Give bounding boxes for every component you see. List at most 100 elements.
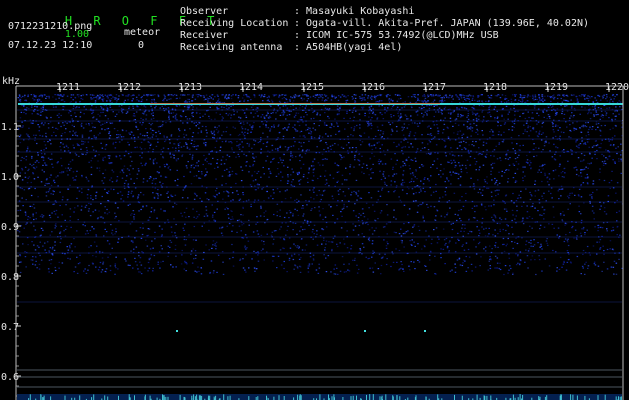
noise-dot — [336, 171, 339, 173]
noise-dot — [169, 142, 171, 144]
noise-dot — [39, 134, 41, 137]
noise-dot — [112, 96, 114, 98]
noise-dot — [55, 135, 57, 137]
noise-dot — [244, 128, 247, 130]
noise-dot — [331, 144, 334, 146]
noise-dot — [153, 254, 156, 257]
noise-dot — [286, 189, 288, 191]
noise-dot — [550, 100, 552, 102]
noise-dot — [132, 119, 135, 121]
noise-dot — [107, 155, 110, 157]
noise-dot — [214, 195, 216, 198]
noise-dot — [196, 216, 199, 218]
noise-dot — [48, 250, 50, 252]
noise-dot — [594, 153, 596, 155]
noise-dot — [447, 112, 450, 114]
noise-dot — [101, 128, 103, 130]
noise-dot — [90, 245, 92, 247]
noise-dot — [587, 167, 589, 169]
noise-dot — [296, 233, 298, 235]
noise-dot — [231, 142, 233, 144]
noise-dot — [489, 265, 491, 267]
noise-dot — [609, 96, 611, 98]
noise-dot — [530, 245, 532, 247]
noise-dot — [301, 150, 304, 152]
noise-dot — [212, 272, 215, 274]
noise-dot — [74, 152, 77, 154]
noise-dot — [396, 159, 398, 161]
noise-dot — [401, 147, 403, 149]
noise-dot — [405, 231, 408, 233]
noise-dot — [133, 248, 135, 250]
noise-dot — [543, 99, 546, 101]
noise-dot — [472, 140, 474, 143]
noise-dot — [435, 227, 438, 229]
noise-dot — [189, 105, 191, 107]
noise-dot — [576, 98, 579, 100]
noise-dot — [440, 176, 442, 178]
noise-dot — [490, 155, 492, 157]
noise-dot — [377, 94, 380, 96]
noise-dot — [151, 136, 154, 138]
noise-dot — [300, 167, 302, 169]
noise-dot — [25, 213, 27, 215]
noise-dot — [31, 241, 33, 243]
noise-dot — [198, 94, 200, 96]
noise-dot — [325, 271, 328, 273]
noise-dot — [554, 110, 557, 112]
noise-dot — [356, 199, 358, 201]
noise-dot — [164, 222, 166, 224]
noise-dot — [470, 263, 473, 265]
noise-dot — [527, 125, 529, 127]
noise-dot — [354, 225, 357, 227]
noise-dot — [69, 258, 71, 260]
noise-dot — [481, 194, 484, 196]
noise-dot — [45, 136, 48, 138]
noise-dot — [494, 183, 496, 185]
noise-dot — [511, 226, 513, 228]
noise-dot — [257, 183, 259, 185]
noise-dot — [361, 171, 363, 173]
noise-dot — [38, 126, 41, 128]
noise-dot — [100, 142, 102, 144]
noise-dot — [167, 107, 170, 109]
noise-dot — [387, 137, 389, 139]
noise-dot — [152, 148, 155, 150]
noise-dot — [155, 177, 157, 180]
noise-dot — [489, 256, 491, 258]
noise-dot — [552, 249, 554, 252]
noise-dot — [376, 117, 379, 119]
noise-dot — [279, 146, 281, 148]
noise-dot — [282, 128, 284, 130]
noise-dot — [27, 216, 30, 218]
noise-dot — [215, 112, 218, 114]
noise-dot — [177, 184, 179, 187]
noise-dot — [300, 226, 302, 228]
noise-dot — [526, 159, 529, 161]
noise-dot — [253, 171, 256, 173]
noise-dot — [231, 216, 234, 218]
noise-dot — [253, 250, 255, 252]
noise-dot — [442, 173, 444, 175]
noise-dot — [534, 259, 536, 261]
noise-dot — [89, 229, 92, 232]
noise-dot — [172, 235, 174, 237]
noise-dot — [538, 199, 541, 201]
noise-dot — [426, 203, 428, 206]
noise-dot — [463, 249, 466, 251]
noise-dot — [95, 150, 97, 152]
noise-dot — [258, 94, 261, 96]
noise-dot — [446, 178, 448, 180]
noise-dot — [242, 133, 245, 135]
noise-dot — [17, 209, 19, 212]
noise-dot — [45, 195, 48, 197]
noise-dot — [118, 141, 121, 143]
noise-dot — [307, 267, 309, 269]
noise-dot — [454, 166, 456, 168]
noise-dot — [206, 215, 209, 217]
noise-dot — [168, 165, 170, 168]
noise-dot — [268, 117, 270, 119]
noise-dot — [119, 134, 122, 136]
noise-dot — [554, 125, 557, 127]
noise-dot — [226, 168, 228, 170]
